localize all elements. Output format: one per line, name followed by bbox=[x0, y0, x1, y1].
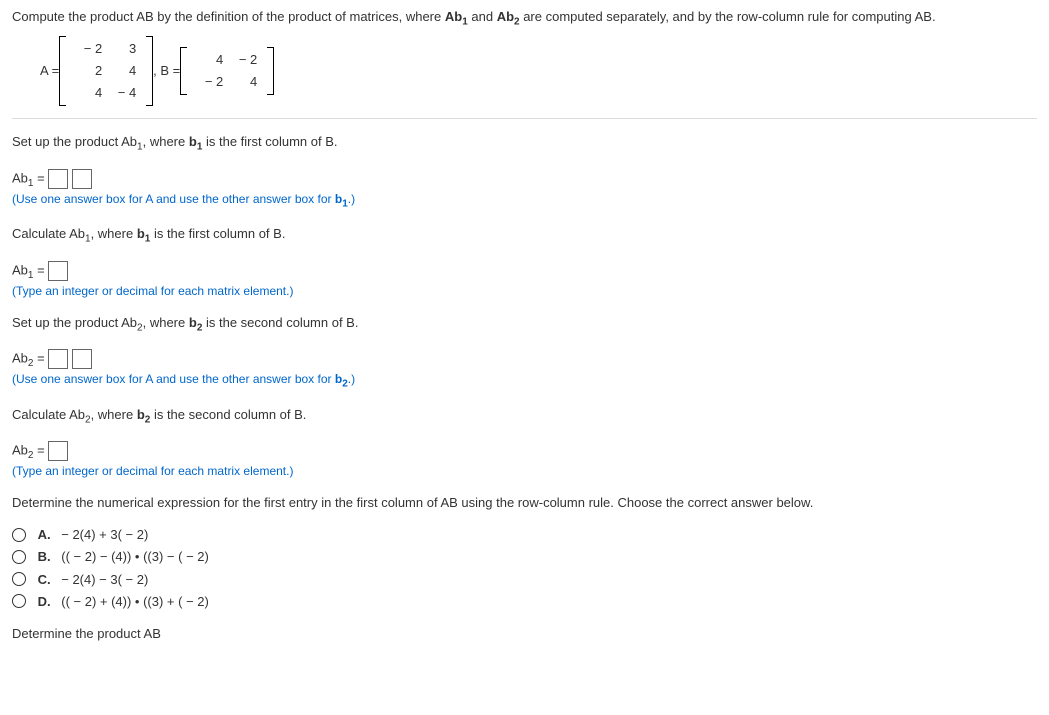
ab2-calc-hint: (Type an integer or decimal for each mat… bbox=[12, 463, 1037, 480]
opt-text-b: (( − 2) − (4)) • ((3) − ( − 2) bbox=[61, 549, 209, 564]
ab1-calc-hint: (Type an integer or decimal for each mat… bbox=[12, 283, 1037, 300]
setup-ab2-equation: Ab2 = (Use one answer box for A and use … bbox=[12, 349, 1037, 391]
calc-ab2-equation: Ab2 = (Type an integer or decimal for ea… bbox=[12, 441, 1037, 480]
matrix-a: − 23 24 4− 4 bbox=[59, 36, 153, 107]
intro-text-1: Compute the product AB by the definition… bbox=[12, 9, 445, 24]
setup-ab1-equation: Ab1 = (Use one answer box for A and use … bbox=[12, 169, 1037, 211]
divider bbox=[12, 118, 1037, 119]
radio-icon bbox=[12, 594, 26, 608]
opt-text-c: − 2(4) − 3( − 2) bbox=[61, 572, 148, 587]
ab2-calc-input[interactable] bbox=[48, 441, 68, 461]
ab2-setup-input-a[interactable] bbox=[48, 349, 68, 369]
cutoff-text: Determine the product AB bbox=[12, 625, 1037, 643]
opt-label-c: C. bbox=[38, 571, 58, 589]
mc-option-a[interactable]: A. − 2(4) + 3( − 2) bbox=[12, 526, 1037, 544]
intro-text-3: are computed separately, and by the row-… bbox=[520, 9, 936, 24]
radio-icon bbox=[12, 528, 26, 542]
mc-option-d[interactable]: D. (( − 2) + (4)) • ((3) + ( − 2) bbox=[12, 593, 1037, 611]
ab1-calc-input[interactable] bbox=[48, 261, 68, 281]
opt-text-d: (( − 2) + (4)) • ((3) + ( − 2) bbox=[61, 594, 209, 609]
radio-icon bbox=[12, 572, 26, 586]
setup-ab1-prompt: Set up the product Ab1, where b1 is the … bbox=[12, 133, 1037, 155]
matrix-b: 4− 2 − 24 bbox=[180, 47, 274, 95]
ab1-setup-input-b[interactable] bbox=[72, 169, 92, 189]
ab2-setup-input-b[interactable] bbox=[72, 349, 92, 369]
ab1-setup-hint: (Use one answer box for A and use the ot… bbox=[12, 191, 1037, 211]
a-equals: A = bbox=[40, 62, 59, 80]
opt-label-a: A. bbox=[38, 526, 58, 544]
ab1-term: Ab1 bbox=[445, 9, 468, 24]
question-intro: Compute the product AB by the definition… bbox=[12, 8, 1037, 30]
opt-text-a: − 2(4) + 3( − 2) bbox=[61, 527, 148, 542]
mc-option-b[interactable]: B. (( − 2) − (4)) • ((3) − ( − 2) bbox=[12, 548, 1037, 566]
mc-prompt: Determine the numerical expression for t… bbox=[12, 494, 1037, 512]
setup-ab2-prompt: Set up the product Ab2, where b2 is the … bbox=[12, 314, 1037, 336]
matrix-definitions: A = − 23 24 4− 4 , B = 4− 2 − 24 bbox=[40, 36, 1037, 107]
b-equals: , B = bbox=[153, 62, 180, 80]
opt-label-b: B. bbox=[38, 548, 58, 566]
calc-ab2-prompt: Calculate Ab2, where b2 is the second co… bbox=[12, 406, 1037, 428]
calc-ab1-equation: Ab1 = (Type an integer or decimal for ea… bbox=[12, 261, 1037, 300]
ab2-term: Ab2 bbox=[497, 9, 520, 24]
opt-label-d: D. bbox=[38, 593, 58, 611]
calc-ab1-prompt: Calculate Ab1, where b1 is the first col… bbox=[12, 225, 1037, 247]
ab1-setup-input-a[interactable] bbox=[48, 169, 68, 189]
radio-icon bbox=[12, 550, 26, 564]
ab2-setup-hint: (Use one answer box for A and use the ot… bbox=[12, 371, 1037, 391]
mc-option-c[interactable]: C. − 2(4) − 3( − 2) bbox=[12, 571, 1037, 589]
intro-text-2: and bbox=[468, 9, 497, 24]
